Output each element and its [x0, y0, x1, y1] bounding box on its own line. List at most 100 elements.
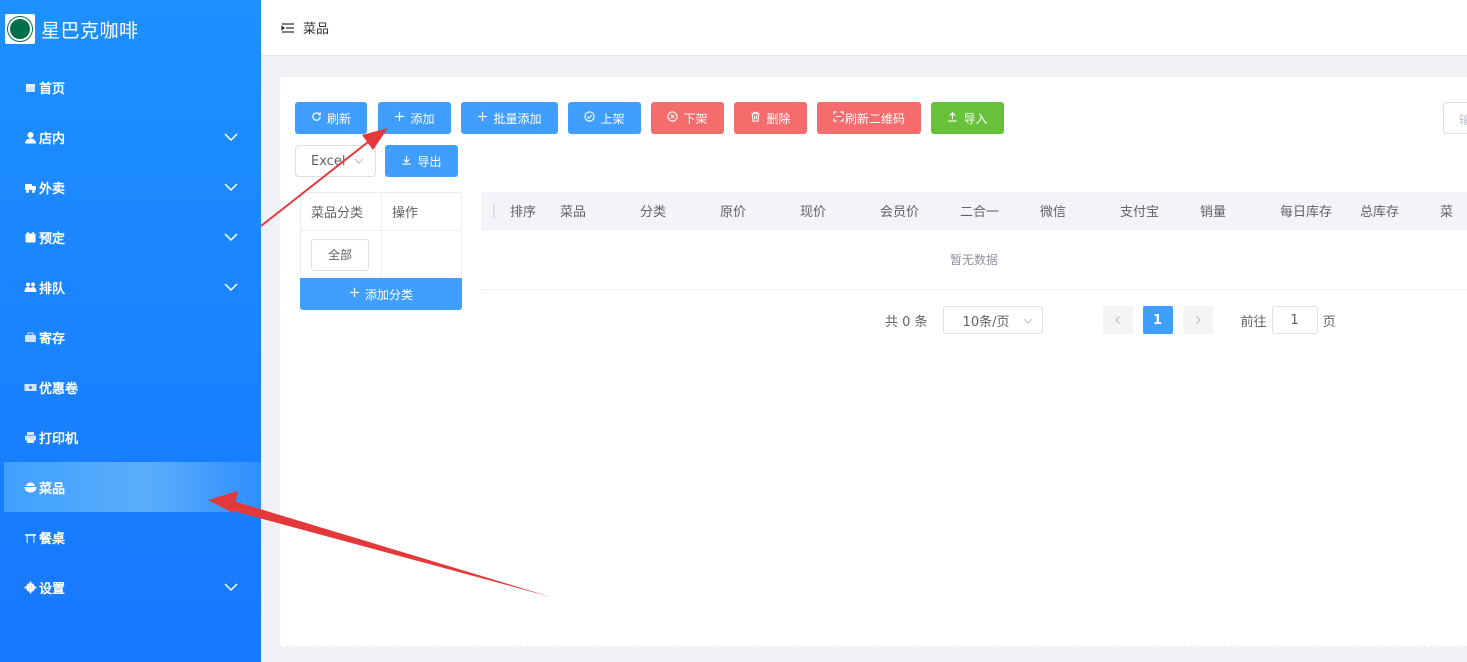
- goto-label: 前往: [1240, 314, 1267, 330]
- dish-header-col-11: 总库存: [1360, 205, 1400, 220]
- chevron-down-icon: [223, 279, 239, 295]
- sidebar-item-label: 设置: [39, 581, 66, 597]
- table-icon: [24, 531, 37, 544]
- download-icon: [401, 154, 412, 168]
- dish-header-col-6: 二合一: [960, 205, 1000, 220]
- sidebar-item-2[interactable]: 外卖: [0, 162, 261, 212]
- dish-header-col-8: 支付宝: [1120, 205, 1160, 220]
- unshelve-label: 下架: [683, 111, 708, 126]
- dish-header-col-0: 排序: [510, 205, 537, 220]
- sidebar-item-label: 排队: [39, 281, 66, 297]
- dish-header-col-12: 菜: [1440, 205, 1454, 220]
- refresh-icon: [311, 111, 322, 125]
- sidebar-item-6[interactable]: 优惠卷: [0, 362, 261, 412]
- printer-icon: [24, 431, 37, 444]
- chevron-down-icon: [223, 179, 239, 195]
- home-icon: [24, 81, 37, 94]
- sidebar-item-0[interactable]: 首页: [0, 62, 261, 112]
- import-button[interactable]: 导入: [931, 102, 1004, 134]
- export-format-value: Excel: [311, 153, 346, 169]
- dish-header-col-7: 微信: [1040, 205, 1067, 220]
- sidebar-menu: 首页店内外卖 预定排队寄存优惠卷打印机菜品 餐桌设置: [0, 62, 261, 612]
- empty-state: 暂无数据: [481, 230, 1467, 290]
- check-circle-icon: [584, 111, 596, 125]
- add-label: 添加: [410, 111, 435, 126]
- brand-title: 星巴克咖啡: [41, 19, 139, 42]
- import-label: 导入: [963, 111, 988, 126]
- sidebar-item-5[interactable]: 寄存: [0, 312, 261, 362]
- category-table: 菜品分类 操作 全部: [300, 192, 462, 278]
- trash-icon: [750, 111, 761, 125]
- sidebar-item-9[interactable]: 餐桌: [0, 512, 261, 562]
- reserve-icon: [24, 231, 37, 244]
- prev-page-button[interactable]: [1102, 306, 1133, 334]
- dish-header-col-10: 每日库存: [1280, 205, 1333, 220]
- dish-table: 排序 菜品 分类 原价 现价 会员价 二合一 微信 支付宝 销量 每日库存 总库存 菜 暂无数据: [481, 192, 1467, 290]
- sidebar-item-label: 优惠卷: [39, 381, 79, 397]
- sidebar-item-8[interactable]: 菜品: [4, 462, 261, 512]
- delivery-icon: [24, 181, 37, 194]
- plus-icon: [477, 111, 488, 125]
- chevron-down-icon: [1022, 315, 1034, 327]
- sidebar-item-3[interactable]: 预定: [0, 212, 261, 262]
- shelve-label: 上架: [600, 111, 625, 126]
- dish-header-col-5: 会员价: [880, 205, 920, 220]
- category-row: 全部: [301, 231, 461, 278]
- select-all-checkbox[interactable]: [493, 203, 495, 218]
- delete-label: 删除: [766, 111, 791, 126]
- chevron-down-icon: [223, 229, 239, 245]
- chevron-down-icon: [353, 155, 365, 167]
- dish-header-col-9: 销量: [1200, 205, 1227, 220]
- sidebar-item-4[interactable]: 排队: [0, 262, 261, 312]
- sidebar-item-label: 打印机: [39, 431, 79, 447]
- add-button[interactable]: 添加: [378, 102, 451, 134]
- breadcrumb: 菜品: [303, 22, 330, 37]
- sidebar: 星巴克咖啡 首页店内外卖 预定排队寄存优惠卷打印机菜品 餐桌设置: [0, 0, 261, 662]
- menu-fold-icon[interactable]: [281, 21, 295, 35]
- shelve-button[interactable]: 上架: [568, 102, 641, 134]
- dish-header-col-2: 分类: [640, 205, 667, 220]
- batch-add-label: 批量添加: [493, 111, 542, 126]
- pagination: 共 0 条 10条/页 1 前往 1 页: [885, 306, 1336, 334]
- top-header: 菜品: [261, 0, 1467, 56]
- delete-button[interactable]: 删除: [734, 102, 807, 134]
- pagination-total: 共 0 条: [885, 314, 928, 330]
- dish-header-col-1: 菜品: [560, 205, 587, 220]
- main-card: 刷新 添加 批量添加 上架 下架 删除 刷新二维码 导入 输 Excel 导出 …: [280, 77, 1467, 647]
- unshelve-button[interactable]: 下架: [651, 102, 724, 134]
- dish-header-col-4: 现价: [800, 205, 827, 220]
- goto-page-input[interactable]: 1: [1271, 306, 1318, 334]
- export-button[interactable]: 导出: [385, 145, 458, 177]
- category-header-action: 操作: [392, 206, 419, 221]
- batch-add-button[interactable]: 批量添加: [461, 102, 558, 134]
- add-category-label: 添加分类: [364, 287, 413, 302]
- storage-icon: [24, 331, 37, 344]
- export-format-select[interactable]: Excel: [295, 145, 376, 177]
- page-number-current[interactable]: 1: [1142, 306, 1173, 334]
- next-page-button[interactable]: [1182, 306, 1213, 334]
- sidebar-item-1[interactable]: 店内: [0, 112, 261, 162]
- search-input[interactable]: 输: [1443, 102, 1467, 134]
- user-icon: [24, 131, 37, 144]
- refresh-label: 刷新: [326, 111, 351, 126]
- plus-icon: [394, 111, 405, 125]
- queue-icon: [24, 281, 37, 294]
- sidebar-item-10[interactable]: 设置: [0, 562, 261, 612]
- sidebar-item-7[interactable]: 打印机: [0, 412, 261, 462]
- chevron-down-icon: [223, 129, 239, 145]
- sidebar-item-label: 店内: [39, 131, 66, 147]
- dish-header-col-3: 原价: [720, 205, 747, 220]
- refresh-qr-button[interactable]: 刷新二维码: [817, 102, 921, 134]
- export-label: 导出: [417, 154, 442, 169]
- add-category-button[interactable]: 添加分类: [300, 278, 462, 310]
- dish-icon: [24, 481, 37, 494]
- plus-icon: [349, 287, 360, 301]
- page-size-select[interactable]: 10条/页: [942, 306, 1043, 334]
- starbucks-logo-icon: [5, 14, 35, 44]
- dish-table-header: 排序 菜品 分类 原价 现价 会员价 二合一 微信 支付宝 销量 每日库存 总库存 菜: [481, 192, 1467, 230]
- refresh-button[interactable]: 刷新: [295, 102, 367, 134]
- goto-suffix: 页: [1322, 314, 1336, 330]
- category-header-name: 菜品分类: [301, 193, 382, 230]
- all-category-button[interactable]: 全部: [311, 238, 369, 271]
- page-size-value: 10条/页: [962, 314, 1010, 330]
